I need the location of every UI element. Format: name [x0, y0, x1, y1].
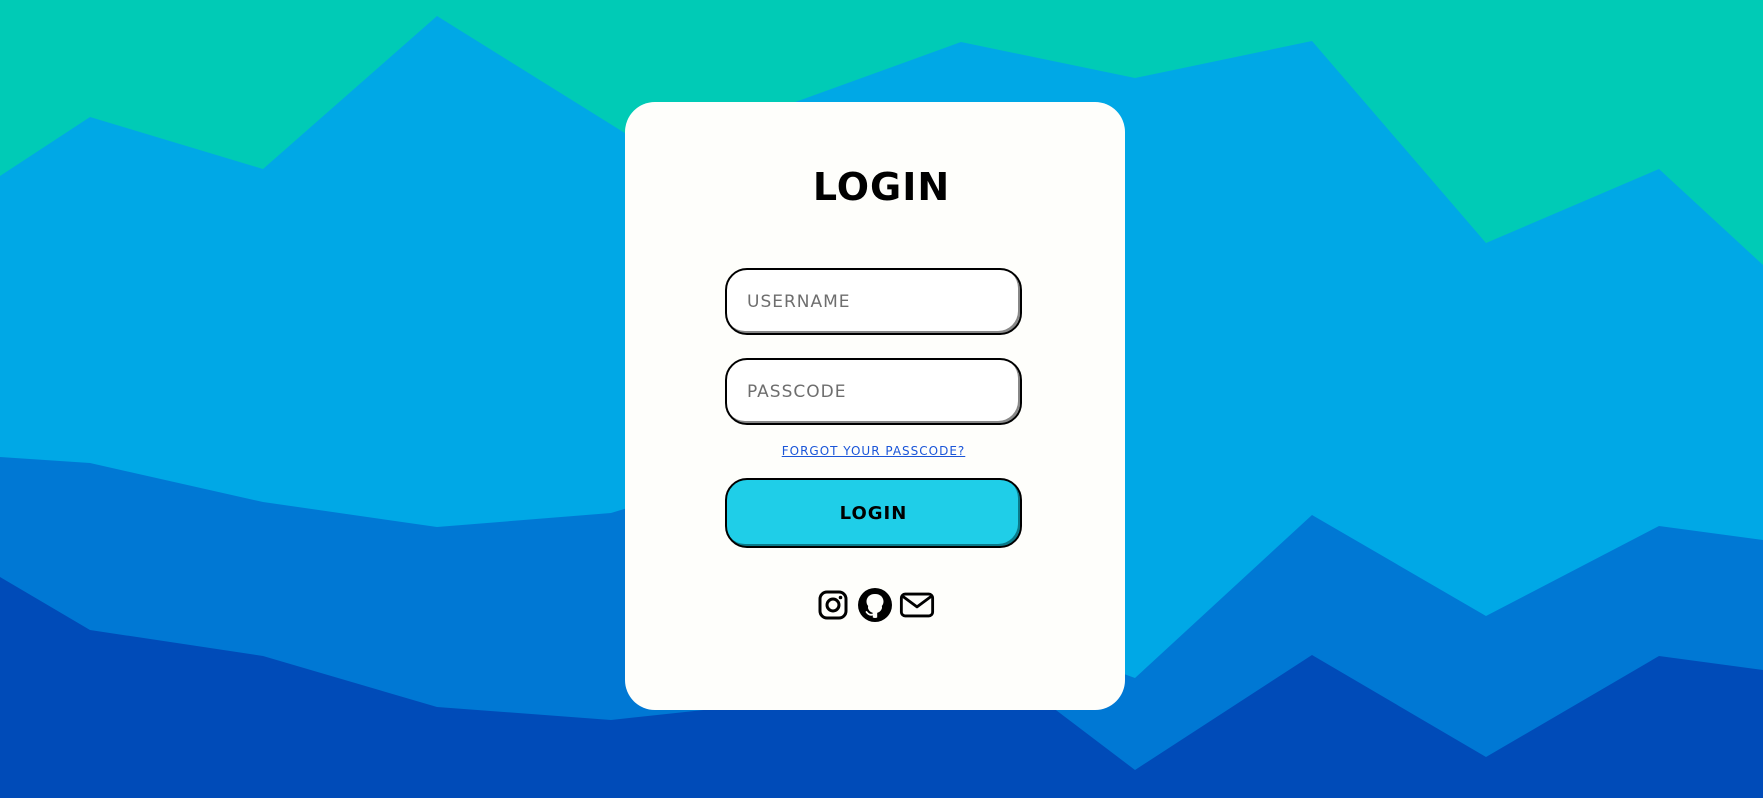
page-title: LOGIN — [812, 165, 951, 209]
login-button[interactable]: LOGIN — [725, 478, 1022, 548]
username-input[interactable] — [725, 268, 1022, 335]
instagram-icon[interactable] — [815, 587, 851, 623]
passcode-input[interactable] — [725, 358, 1022, 425]
forgot-passcode-link[interactable]: Forgot your passcode? — [725, 444, 1022, 458]
github-icon[interactable] — [857, 587, 893, 623]
social-links — [815, 585, 935, 625]
login-page: LOGIN Forgot your passcode? LOGIN — [0, 0, 1763, 798]
mail-icon[interactable] — [899, 587, 935, 623]
